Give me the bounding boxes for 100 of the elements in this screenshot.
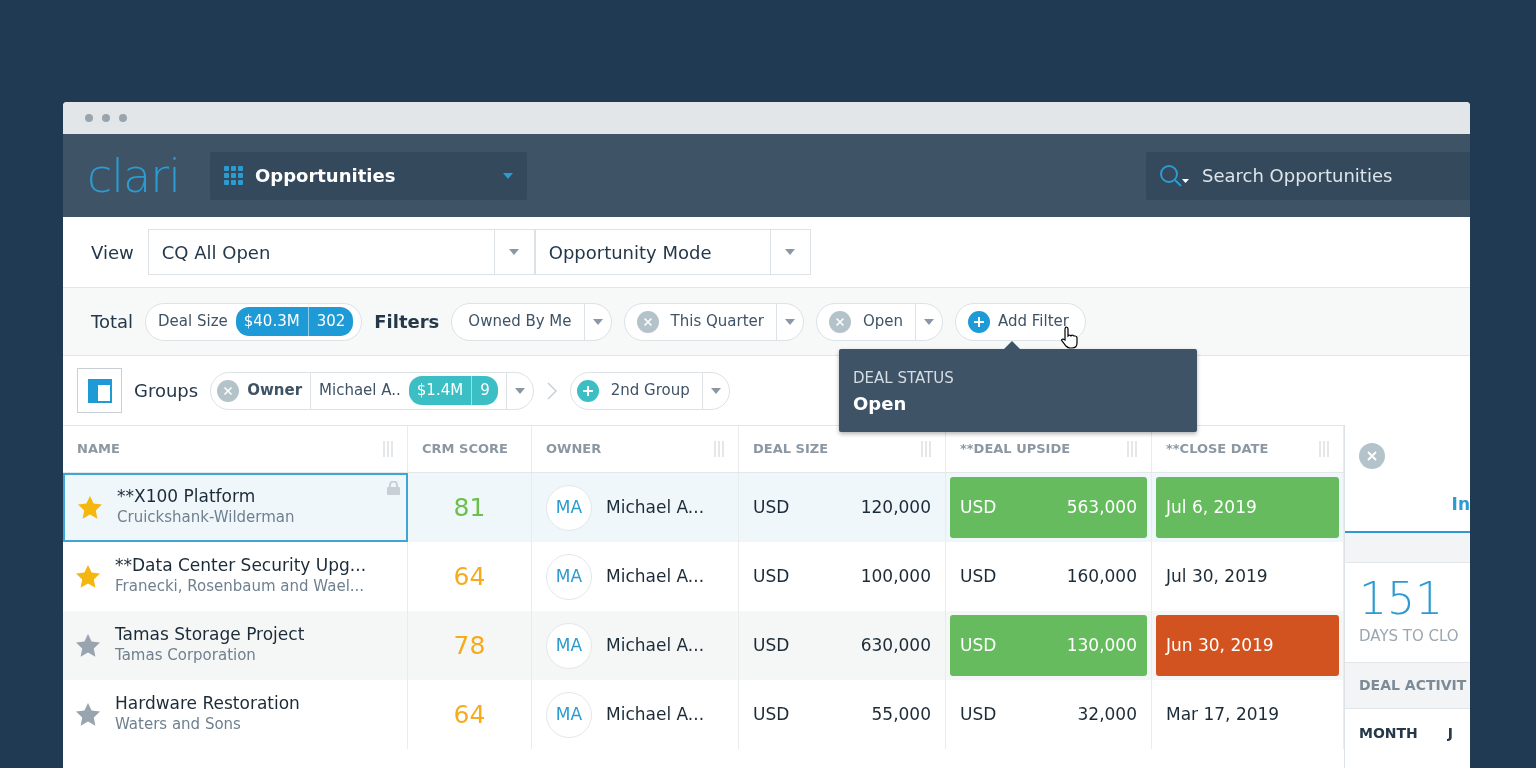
column-resize-icon[interactable] [714, 441, 724, 457]
remove-icon[interactable] [828, 310, 851, 333]
table-row[interactable]: **X100 Platform Cruickshank-Wilderman 81 MA Michael A... USD 120,000 USD 563,000 Jul 6, 2019 [63, 473, 1344, 542]
caret-icon[interactable] [502, 172, 513, 179]
grid-icon [223, 166, 243, 185]
star-icon[interactable] [75, 702, 101, 727]
avatar: MA [546, 553, 592, 600]
owner-name: Michael A... [606, 702, 705, 726]
name-cell[interactable]: Hardware Restoration Waters and Sons [63, 680, 408, 749]
deal-upside: 130,000 [1066, 633, 1137, 657]
filter-label: Open [861, 311, 904, 333]
caret-icon[interactable] [514, 387, 525, 394]
account-name: Waters and Sons [115, 714, 242, 736]
account-name: Cruickshank-Wilderman [117, 507, 295, 529]
currency: USD [960, 702, 997, 726]
total-count: 302 [307, 307, 354, 336]
filter-label: Owned By Me [467, 311, 573, 333]
account-name: Franecki, Rosenbaum and Wael... [115, 576, 366, 598]
add-icon[interactable] [968, 310, 990, 333]
add-icon[interactable] [576, 379, 599, 402]
deal-name: **Data Center Security Upg... [115, 555, 367, 576]
remove-icon[interactable] [636, 310, 659, 333]
caret-icon[interactable] [784, 318, 795, 325]
tooltip-title: DEAL STATUS [853, 368, 955, 389]
currency: USD [960, 495, 997, 519]
total-pill: Deal Size $40.3M 302 [145, 302, 363, 341]
search-bar[interactable]: Search Opportunities [1146, 151, 1470, 200]
name-cell[interactable]: **X100 Platform Cruickshank-Wilderman [63, 473, 408, 542]
search-field[interactable]: Search Opportunities [1200, 161, 1460, 190]
caret-icon[interactable] [924, 318, 934, 325]
deal-size: 100,000 [860, 564, 931, 588]
crm-score: 78 [408, 611, 532, 680]
crm-score: 64 [408, 680, 532, 749]
caret-icon[interactable] [592, 318, 603, 325]
mode-dropdown[interactable]: Opportunity Mode [534, 229, 811, 275]
currency: USD [960, 564, 997, 588]
hand-cursor-icon [1059, 324, 1080, 349]
groups-label: Groups [134, 379, 199, 403]
window-dot[interactable] [119, 114, 127, 122]
close-date: Mar 17, 2019 [1165, 702, 1281, 726]
close-date: Jul 6, 2019 [1156, 477, 1339, 538]
group-amount: $1.4M [415, 380, 465, 402]
star-icon[interactable] [75, 633, 101, 658]
filter-label: This Quarter [669, 311, 765, 333]
currency: USD [753, 495, 790, 519]
group-count: 9 [471, 376, 498, 405]
currency: USD [753, 702, 790, 726]
view-label: View [91, 240, 134, 265]
layout-icon [87, 378, 112, 403]
second-group-pill[interactable]: 2nd Group [569, 371, 730, 410]
owner-name: Michael A... [606, 633, 705, 657]
layout-toggle-button[interactable] [77, 368, 122, 413]
deal-upside: 563,000 [1066, 495, 1137, 519]
filter-pill[interactable]: Owned By Me [451, 302, 612, 341]
column-resize-icon[interactable] [921, 441, 931, 457]
star-icon[interactable] [77, 495, 103, 520]
window-dot[interactable] [85, 114, 93, 122]
table-row[interactable]: Tamas Storage Project Tamas Corporation 78 MA Michael A... USD 630,000 USD 130,000 Jun 30, 2019 [63, 611, 1344, 680]
deal-size: 55,000 [871, 702, 931, 726]
view-dropdown[interactable]: CQ All Open [147, 229, 535, 275]
window-dot[interactable] [102, 114, 110, 122]
star-icon[interactable] [75, 564, 101, 589]
table-row[interactable]: Hardware Restoration Waters and Sons 64 MA Michael A... USD 55,000 USD 32,000 Mar 17, 2019 [63, 680, 1344, 749]
filter-pill[interactable]: This Quarter [623, 302, 804, 341]
remove-icon[interactable] [217, 379, 240, 402]
filters-label: Filters [374, 310, 440, 334]
days-count: 151 [1358, 572, 1444, 621]
avatar: MA [546, 484, 592, 531]
caret-icon[interactable] [785, 249, 796, 255]
group-pill[interactable]: Owner Michael A.. $1.4M 9 [210, 371, 534, 410]
currency: USD [960, 633, 997, 657]
column-header: MONTH [1359, 723, 1418, 743]
caret-icon[interactable] [509, 249, 520, 255]
avatar: MA [546, 691, 592, 738]
filter-pill[interactable]: Open [815, 302, 943, 341]
column-resize-icon[interactable] [383, 441, 393, 457]
days-label: DAYS TO CLO [1358, 626, 1460, 647]
column-resize-icon[interactable] [1127, 441, 1137, 457]
search-icon[interactable] [1158, 162, 1190, 189]
owner-name: Michael A... [606, 564, 705, 588]
deal-size: 120,000 [860, 495, 931, 519]
total-amount: $40.3M [242, 311, 301, 333]
close-icon[interactable] [1359, 443, 1385, 469]
name-cell[interactable]: Tamas Storage Project Tamas Corporation [63, 611, 408, 680]
group-value: Michael A.. [319, 380, 401, 402]
deal-upside: 32,000 [1077, 702, 1137, 726]
deal-size: 630,000 [860, 633, 931, 657]
currency: USD [753, 633, 790, 657]
add-filter-button[interactable]: Add Filter [955, 302, 1086, 341]
caret-icon[interactable] [710, 387, 721, 394]
account-name: Tamas Corporation [115, 645, 257, 667]
column-resize-icon[interactable] [1319, 441, 1329, 457]
deal-upside: 160,000 [1066, 564, 1137, 588]
tooltip-value: Open [853, 391, 908, 416]
deal-name: Tamas Storage Project [115, 624, 305, 645]
total-label: Total [91, 310, 134, 334]
section-header: DEAL ACTIVIT [1345, 661, 1470, 709]
app-menu[interactable]: Opportunities [209, 151, 527, 200]
chevron-right-icon [545, 380, 558, 401]
deal-name: **X100 Platform [117, 486, 257, 507]
